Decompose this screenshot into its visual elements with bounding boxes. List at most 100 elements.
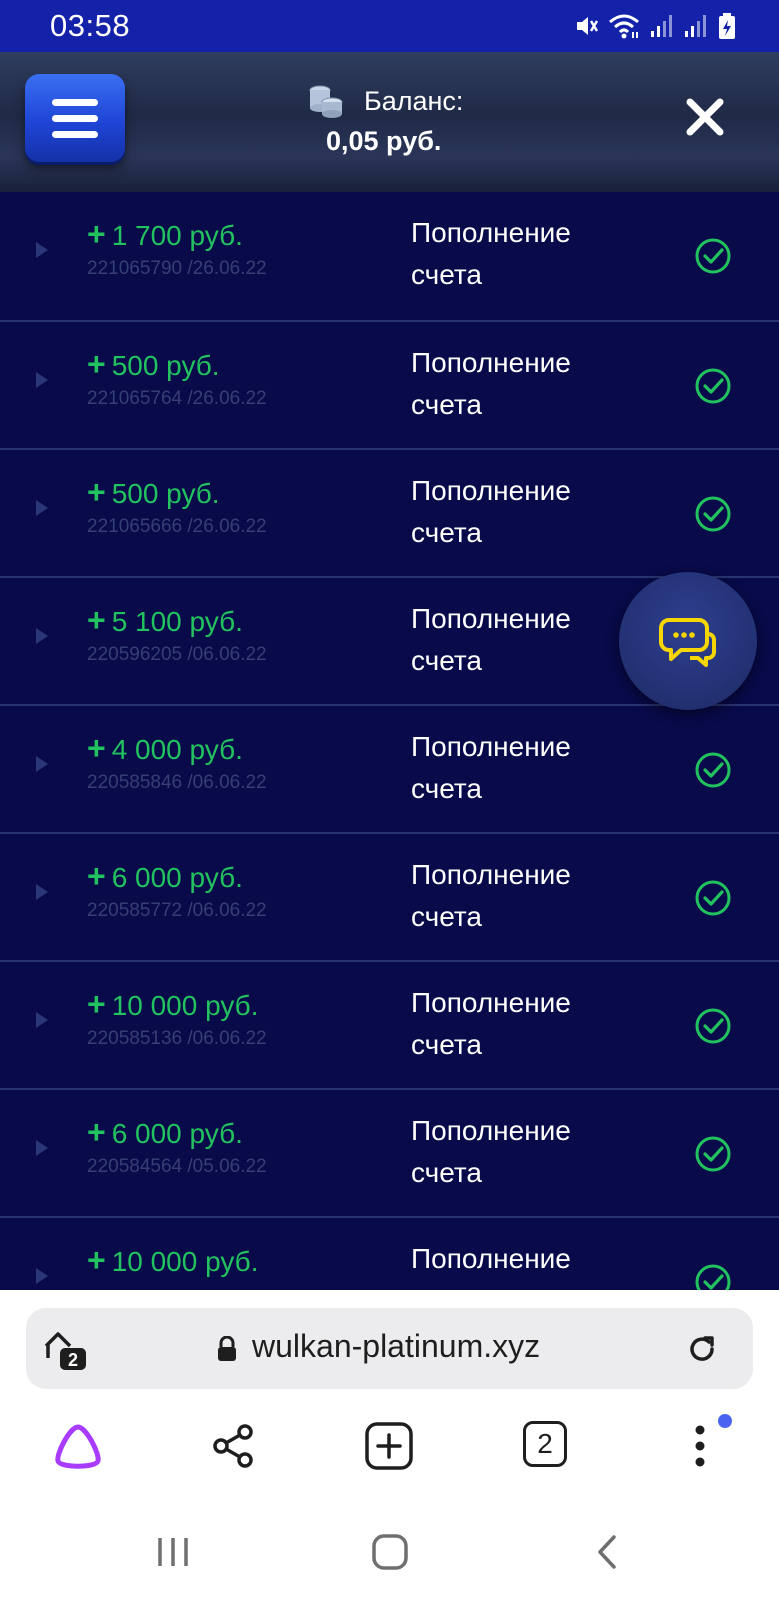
alice-button[interactable]: [48, 1416, 108, 1476]
battery-charging-icon: [719, 13, 735, 39]
transaction-type: Пополнение счета: [411, 475, 571, 548]
chat-bubbles-icon: [659, 618, 716, 667]
plus-icon: +: [87, 346, 106, 382]
transaction-row[interactable]: +10 000 руб. 220585136 /06.06.22 Пополнени…: [0, 960, 779, 1088]
hamburger-icon: [52, 98, 98, 106]
amount-value: 5 100 руб.: [111, 606, 243, 637]
transaction-id-date: 220585136 /06.06.22: [87, 1028, 267, 1049]
transaction-type: Пополнение счета: [411, 1243, 571, 1290]
plus-icon: +: [87, 602, 106, 638]
check-circle-icon: [695, 1008, 731, 1044]
transaction-amount: +5 100 руб.: [87, 602, 243, 639]
new-tab-button[interactable]: [359, 1416, 419, 1476]
transaction-id-date: 220584564 /05.06.22: [87, 1156, 267, 1177]
mute-icon: [577, 17, 599, 35]
transaction-row[interactable]: +1 700 руб. 221065790 /26.06.22 Пополнение…: [0, 192, 779, 320]
transaction-type: Пополнение счета: [411, 347, 571, 420]
expand-arrow-icon[interactable]: [36, 756, 48, 772]
expand-arrow-icon[interactable]: [36, 500, 48, 516]
reload-icon[interactable]: [685, 1332, 719, 1366]
status-icons: [573, 10, 737, 42]
transaction-amount: +10 000 руб.: [87, 986, 259, 1023]
wifi-icon: [609, 14, 639, 39]
amount-value: 6 000 руб.: [111, 1118, 243, 1149]
transaction-row[interactable]: +6 000 руб. 220584564 /05.06.22 Пополнение…: [0, 1088, 779, 1216]
check-circle-icon: [695, 1264, 731, 1290]
expand-arrow-icon[interactable]: [36, 1268, 48, 1284]
transaction-amount: +6 000 руб.: [87, 1114, 243, 1151]
transaction-type: Пополнение счета: [411, 603, 571, 676]
back-button[interactable]: [582, 1530, 632, 1574]
plus-square-icon: [365, 1422, 413, 1470]
expand-arrow-icon[interactable]: [36, 1012, 48, 1028]
check-circle-icon: [695, 238, 731, 274]
transaction-id-date: 220585846 /06.06.22: [87, 772, 267, 793]
tabs-home-button[interactable]: 2: [42, 1326, 90, 1374]
url-text[interactable]: wulkan-platinum.xyz: [252, 1328, 540, 1365]
signal-icon: [651, 15, 672, 37]
expand-arrow-icon[interactable]: [36, 242, 48, 258]
balance-label: Баланс:: [364, 86, 464, 116]
expand-arrow-icon[interactable]: [36, 1140, 48, 1156]
coins-icon: [309, 85, 343, 118]
signal-icon: [685, 15, 706, 37]
recents-button[interactable]: [148, 1530, 198, 1574]
transaction-id-date: 220585772 /06.06.22: [87, 900, 267, 921]
transaction-id-date: 220596205 /06.06.22: [87, 644, 267, 665]
plus-icon: +: [87, 730, 106, 766]
share-button[interactable]: [203, 1416, 263, 1476]
transaction-id-date: 221065666 /26.06.22: [87, 516, 267, 537]
transaction-type: Пополнение счета: [411, 1115, 571, 1188]
system-nav-bar: [0, 1500, 779, 1600]
transaction-id-date: 221065790 /26.06.22: [87, 258, 267, 279]
menu-button[interactable]: [25, 74, 125, 162]
transaction-row[interactable]: +4 000 руб. 220585846 /06.06.22 Пополнение…: [0, 704, 779, 832]
amount-value: 500 руб.: [111, 478, 220, 509]
check-circle-icon: [695, 1136, 731, 1172]
close-icon: [686, 98, 724, 136]
plus-icon: +: [87, 858, 106, 894]
close-button[interactable]: [680, 92, 730, 142]
check-circle-icon: [695, 368, 731, 404]
address-bar[interactable]: 2 wulkan-platinum.xyz: [26, 1308, 753, 1389]
transaction-amount: +1 700 руб.: [87, 216, 243, 253]
tabs-badge-count: 2: [68, 1350, 78, 1370]
tabs-count-button[interactable]: 2: [523, 1421, 567, 1467]
check-circle-icon: [695, 496, 731, 532]
home-icon: [372, 1534, 408, 1570]
plus-icon: +: [87, 216, 106, 252]
transaction-amount: +500 руб.: [87, 474, 220, 511]
transaction-amount: +4 000 руб.: [87, 730, 243, 767]
check-circle-icon: [695, 880, 731, 916]
amount-value: 4 000 руб.: [111, 734, 243, 765]
more-vertical-icon: [695, 1425, 705, 1467]
alice-icon: [55, 1424, 101, 1469]
expand-arrow-icon[interactable]: [36, 884, 48, 900]
transaction-amount: +10 000 руб.: [87, 1242, 259, 1279]
transaction-amount: +500 руб.: [87, 346, 220, 383]
transaction-type: Пополнение счета: [411, 987, 571, 1060]
plus-icon: +: [87, 986, 106, 1022]
expand-arrow-icon[interactable]: [36, 372, 48, 388]
amount-value: 500 руб.: [111, 350, 220, 381]
house-tabs-icon: 2: [44, 1332, 86, 1370]
status-bar: 03:58: [0, 0, 779, 52]
transaction-row[interactable]: +500 руб. 221065666 /26.06.22 Пополнение с…: [0, 448, 779, 576]
check-circle-icon: [695, 752, 731, 788]
app-header: Баланс: 0,05 руб.: [0, 52, 779, 194]
transaction-id-date: 221065764 /26.06.22: [87, 388, 267, 409]
amount-value: 6 000 руб.: [111, 862, 243, 893]
balance-value: 0,05 руб.: [326, 126, 442, 156]
plus-icon: +: [87, 474, 106, 510]
transaction-type: Пополнение счета: [411, 217, 571, 290]
expand-arrow-icon[interactable]: [36, 628, 48, 644]
transaction-row[interactable]: +500 руб. 221065764 /26.06.22 Пополнение с…: [0, 320, 779, 448]
chat-button[interactable]: [619, 572, 757, 710]
transaction-type: Пополнение счета: [411, 859, 571, 932]
amount-value: 1 700 руб.: [111, 220, 243, 251]
lock-icon: [218, 1336, 236, 1361]
home-button[interactable]: [365, 1530, 415, 1574]
amount-value: 10 000 руб.: [111, 1246, 259, 1277]
transaction-row[interactable]: +6 000 руб. 220585772 /06.06.22 Пополнение…: [0, 832, 779, 960]
transaction-row[interactable]: +10 000 руб. Пополнение счета: [0, 1216, 779, 1290]
